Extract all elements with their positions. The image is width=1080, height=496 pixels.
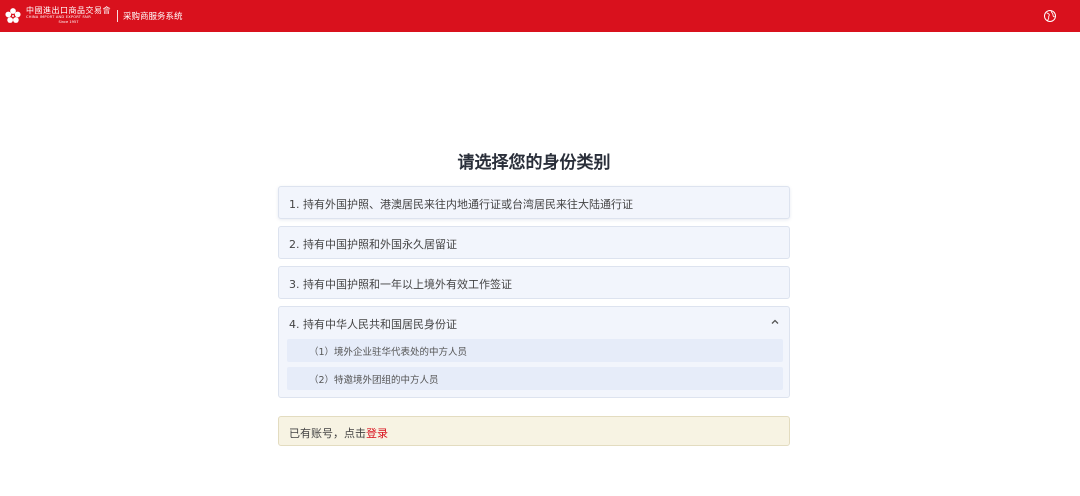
option-label: 2. 持有中国护照和外国永久居留证 — [289, 238, 457, 251]
language-switch-button[interactable] — [1042, 8, 1058, 24]
identity-option-1[interactable]: 1. 持有外国护照、港澳居民来往内地通行证或台湾居民来往大陆通行证 — [278, 186, 790, 219]
sub-option-label: （1）境外企业驻华代表处的中方人员 — [309, 347, 468, 358]
identity-option-3[interactable]: 3. 持有中国护照和一年以上境外有效工作签证 — [278, 266, 790, 299]
system-name: 采购商服务系统 — [123, 12, 183, 22]
option-label: 1. 持有外国护照、港澳居民来往内地通行证或台湾居民来往大陆通行证 — [289, 198, 633, 211]
top-header-bar: 中國進出口商品交易會 CHINA IMPORT AND EXPORT FAIR … — [0, 0, 1080, 32]
identity-option-4-header[interactable]: 4. 持有中华人民共和国居民身份证 — [279, 307, 789, 340]
page-title: 请选择您的身份类别 — [457, 153, 611, 173]
header-divider — [117, 10, 118, 22]
identity-option-2[interactable]: 2. 持有中国护照和外国永久居留证 — [278, 226, 790, 259]
sub-option-invited-delegation-staff[interactable]: （2）特邀境外团组的中方人员 — [287, 367, 783, 390]
option-label: 3. 持有中国护照和一年以上境外有效工作签证 — [289, 278, 512, 291]
option-label: 4. 持有中华人民共和国居民身份证 — [289, 318, 457, 331]
login-link[interactable]: 登录 — [366, 427, 388, 440]
sub-option-label: （2）特邀境外团组的中方人员 — [309, 375, 439, 386]
login-prompt-label: 已有账号，点击 — [289, 427, 366, 440]
canton-fair-logo[interactable]: 中國進出口商品交易會 CHINA IMPORT AND EXPORT FAIR … — [4, 0, 111, 32]
globe-icon — [1044, 10, 1056, 22]
logo-since: Since 1957 — [58, 20, 79, 24]
login-prompt-text: 已有账号，点击登录 — [289, 425, 388, 441]
login-prompt-box: 已有账号，点击登录 — [278, 416, 790, 446]
logo-chinese-name: 中國進出口商品交易會 — [26, 6, 111, 16]
flower-logo-icon — [5, 8, 21, 23]
identity-option-4-expanded: 4. 持有中华人民共和国居民身份证 （1）境外企业驻华代表处的中方人员 （2）特… — [278, 306, 790, 398]
sub-option-representative-office-staff[interactable]: （1）境外企业驻华代表处的中方人员 — [287, 339, 783, 362]
logo-text: 中國進出口商品交易會 CHINA IMPORT AND EXPORT FAIR … — [26, 7, 111, 24]
chevron-up-icon[interactable] — [770, 317, 780, 327]
